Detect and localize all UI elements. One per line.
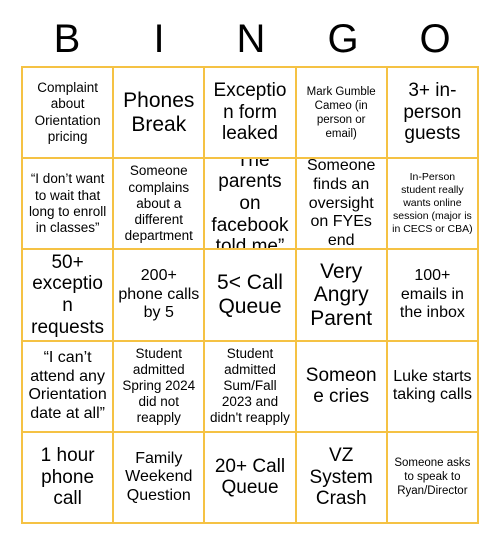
- bingo-cell[interactable]: 200+ phone calls by 5: [114, 250, 206, 342]
- bingo-cell[interactable]: 100+ emails in the inbox: [387, 250, 479, 342]
- bingo-cell[interactable]: Someone cries: [296, 341, 388, 433]
- bingo-cell-label: Exception form leaked: [213, 80, 287, 145]
- bingo-cell-label: Student admitted Sum/Fall 2023 and didn'…: [210, 345, 290, 426]
- bingo-cell-label: Someone finds an oversight on FYEs end: [306, 159, 376, 249]
- bingo-header-letter-b: B: [53, 17, 81, 61]
- bingo-header-letter-n: N: [236, 17, 266, 61]
- bingo-cell-label: Student admitted Spring 2024 did not rea…: [122, 345, 196, 426]
- bingo-header-letter-o: O: [419, 17, 451, 61]
- bingo-cell-label: VZ System Crash: [309, 444, 373, 510]
- bingo-cell[interactable]: Exception form leaked: [205, 68, 297, 160]
- bingo-cell-label: 20+ Call Queue: [214, 455, 286, 499]
- bingo-cell-label: Phones Break: [123, 89, 195, 136]
- bingo-cell-label: Complaint about Orientation pricing: [34, 80, 101, 144]
- bingo-cell[interactable]: “I can’t attend any Orientation date at …: [23, 341, 115, 433]
- bingo-header-row: B I N G O: [21, 12, 481, 66]
- bingo-cell-label: “I can’t attend any Orientation date at …: [28, 349, 107, 422]
- bingo-cell[interactable]: Very Angry Parent: [296, 250, 388, 342]
- bingo-cell[interactable]: 5< Call Queue: [205, 250, 297, 342]
- bingo-cell[interactable]: Phones Break: [114, 68, 206, 160]
- bingo-cell-label: Very Angry Parent: [310, 259, 373, 330]
- bingo-cell[interactable]: Family Weekend Question: [114, 432, 206, 524]
- bingo-cell[interactable]: Luke starts taking calls: [387, 341, 479, 433]
- bingo-cell[interactable]: 3+ in-person guests: [387, 68, 479, 160]
- bingo-cell[interactable]: Complaint about Orientation pricing: [23, 68, 115, 160]
- bingo-cell[interactable]: “I don’t want to wait that long to enrol…: [23, 159, 115, 251]
- bingo-grid: Complaint about Orientation pricing Phon…: [21, 66, 479, 524]
- bingo-cell-label: 1 hour phone call: [40, 444, 95, 510]
- bingo-cell[interactable]: Someone finds an oversight on FYEs end: [296, 159, 388, 251]
- bingo-header-letter-i: I: [153, 17, 165, 61]
- bingo-cell[interactable]: 50+ exception requests: [23, 250, 115, 342]
- bingo-cell[interactable]: Mark Gumble Cameo (in person or email): [296, 68, 388, 160]
- bingo-cell-label: Mark Gumble Cameo (in person or email): [306, 85, 376, 140]
- bingo-cell[interactable]: Student admitted Sum/Fall 2023 and didn'…: [205, 341, 297, 433]
- bingo-cell-label: 50+ exception requests: [31, 251, 105, 338]
- bingo-cell-label: “I don’t want to wait that long to enrol…: [28, 171, 107, 235]
- bingo-cell-label: 5< Call Queue: [217, 271, 283, 318]
- bingo-cell-label: Luke starts taking calls: [392, 367, 472, 404]
- bingo-cell[interactable]: 20+ Call Queue: [205, 432, 297, 524]
- bingo-cell[interactable]: In-Person student really wants online se…: [387, 159, 479, 251]
- bingo-cell-label: Someone complains about a different depa…: [124, 163, 193, 244]
- bingo-cell[interactable]: VZ System Crash: [296, 432, 388, 524]
- bingo-cell[interactable]: 1 hour phone call: [23, 432, 115, 524]
- bingo-cell-label: Family Weekend Question: [125, 449, 193, 504]
- bingo-cell[interactable]: “The parents on facebook told me”: [205, 159, 297, 251]
- bingo-cell-label: 3+ in-person guests: [403, 80, 462, 145]
- bingo-cell-label: Someone asks to speak to Ryan/Director: [394, 457, 471, 498]
- bingo-cell-label: 200+ phone calls by 5: [118, 267, 200, 322]
- bingo-header-letter-g: G: [327, 17, 359, 61]
- bingo-cell[interactable]: Someone complains about a different depa…: [114, 159, 206, 251]
- bingo-cell-label: 100+ emails in the inbox: [399, 267, 465, 322]
- bingo-cell[interactable]: Student admitted Spring 2024 did not rea…: [114, 341, 206, 433]
- bingo-card: B I N G O Complaint about Orientation pr…: [21, 12, 481, 524]
- bingo-cell[interactable]: Someone asks to speak to Ryan/Director: [387, 432, 479, 524]
- bingo-cell-label: In-Person student really wants online se…: [392, 171, 473, 236]
- bingo-cell-label: Someone cries: [305, 364, 377, 408]
- bingo-cell-label: “The parents on facebook told me”: [211, 159, 289, 251]
